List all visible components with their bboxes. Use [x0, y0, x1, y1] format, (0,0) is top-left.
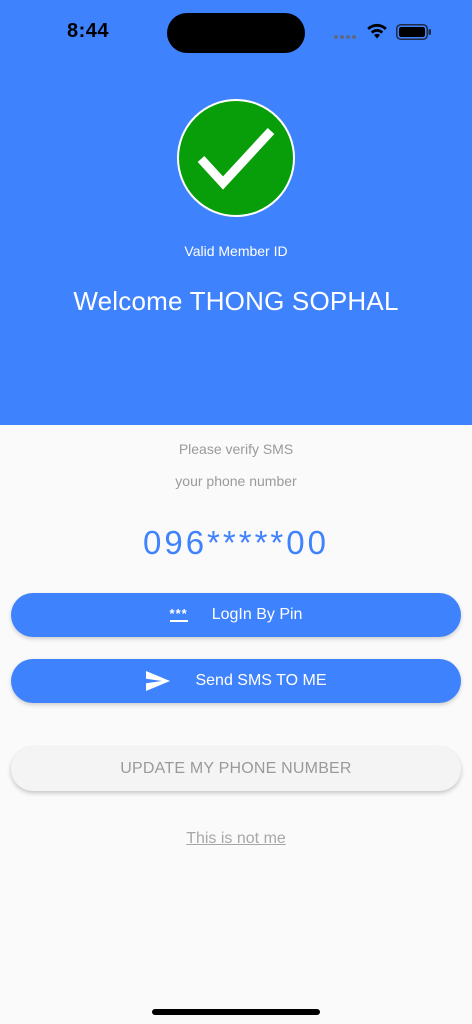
wifi-icon: [367, 23, 387, 39]
valid-member-label: Valid Member ID: [184, 243, 288, 259]
send-sms-button[interactable]: Send SMS TO ME: [11, 659, 461, 703]
welcome-title: Welcome THONG SOPHAL: [73, 286, 399, 316]
check-icon: [197, 127, 275, 190]
header-panel: 8:44 Valid Member ID Welcome THONG SOPHA: [0, 0, 472, 425]
update-phone-number-label: UPDATE MY PHONE NUMBER: [120, 760, 352, 777]
not-me-link[interactable]: This is not me: [0, 830, 472, 848]
battery-icon: [396, 24, 431, 40]
masked-phone-number: 096*****00: [143, 524, 329, 561]
signal-dots-icon: [334, 35, 356, 39]
update-phone-number-button[interactable]: UPDATE MY PHONE NUMBER: [11, 747, 461, 791]
login-by-pin-label: LogIn By Pin: [211, 606, 303, 623]
dynamic-island: [167, 13, 305, 53]
verify-member-screen: 8:44 Valid Member ID Welcome THONG SOPHA: [0, 0, 472, 1024]
status-time: 8:44: [67, 20, 110, 42]
home-indicator[interactable]: [152, 1009, 320, 1015]
verify-instruction-line2: your phone number: [175, 473, 297, 489]
pin-icon: ***: [169, 605, 188, 622]
status-bar: 8:44: [0, 0, 472, 64]
login-by-pin-button[interactable]: *** LogIn By Pin: [11, 593, 461, 637]
verify-instruction-line1: Please verify SMS: [178, 441, 294, 457]
valid-check-badge: [177, 99, 295, 217]
send-sms-label: Send SMS TO ME: [195, 672, 327, 689]
send-icon: [145, 670, 171, 692]
